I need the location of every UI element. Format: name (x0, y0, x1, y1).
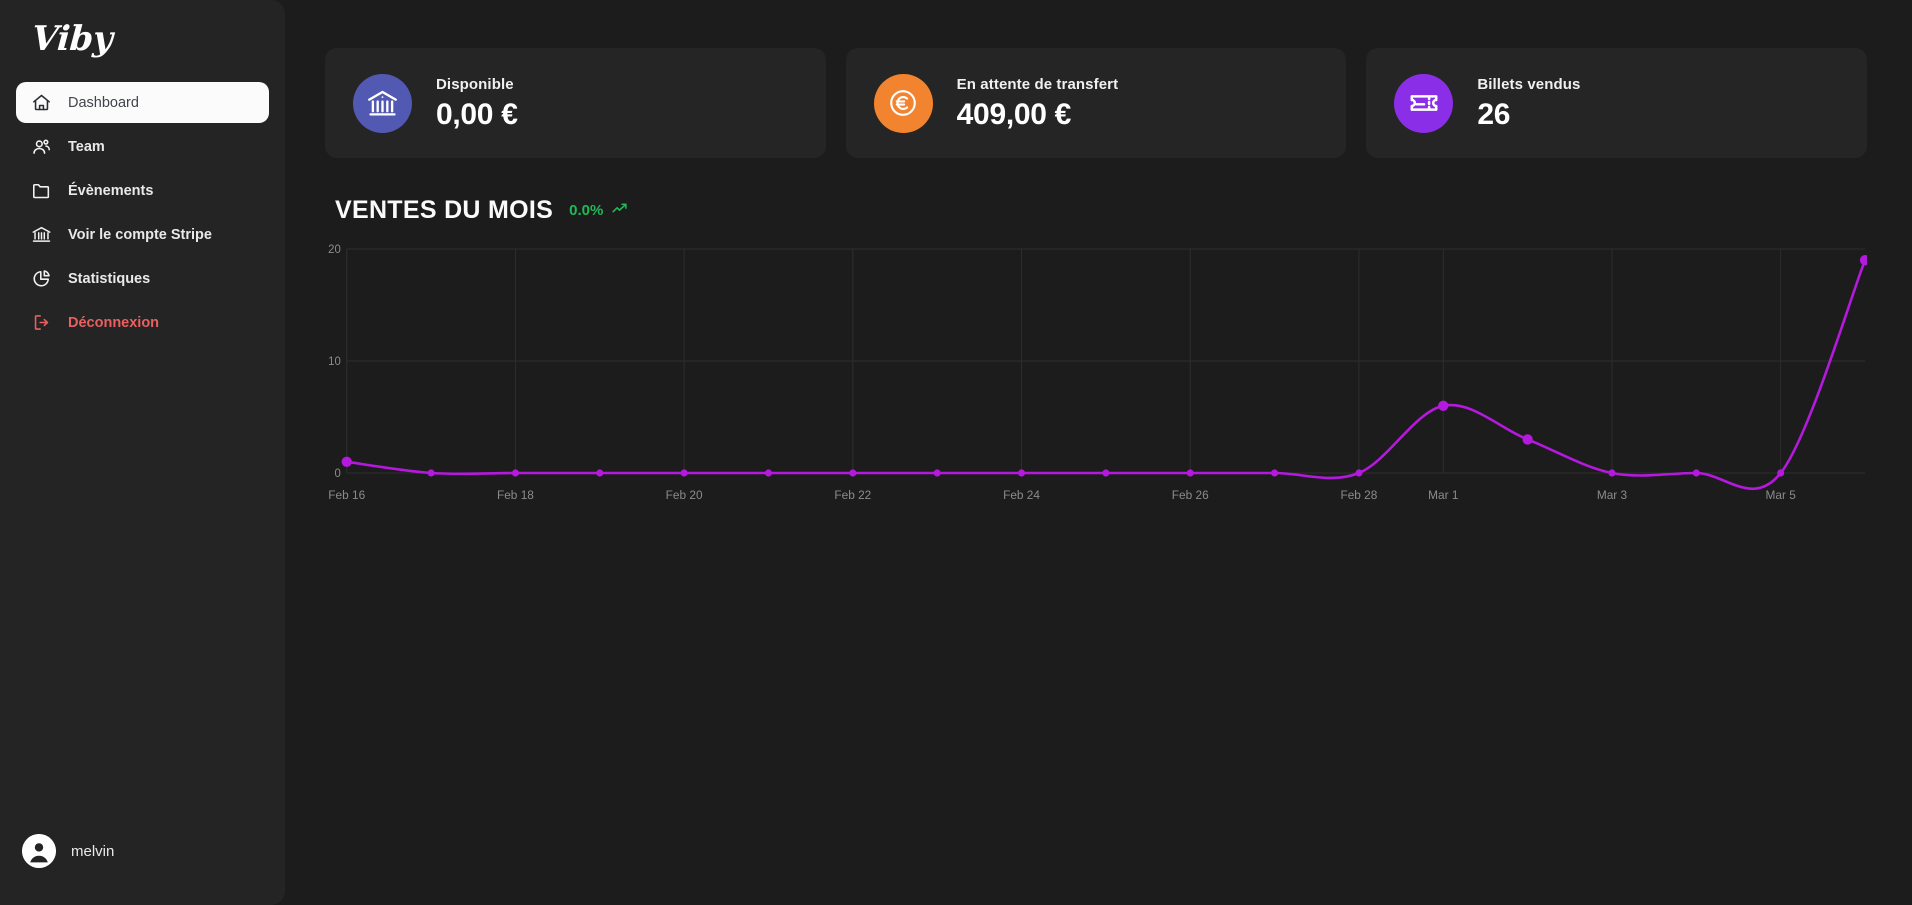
stat-value: 26 (1477, 98, 1511, 131)
chart-data-point[interactable] (1438, 400, 1449, 411)
chart-delta-value: 0.0% (569, 202, 604, 219)
chart-data-point[interactable] (1692, 469, 1700, 477)
logout-icon (30, 312, 52, 334)
sidebar-item-stripe[interactable]: Voir le compte Stripe (16, 214, 269, 255)
sales-chart-block: VENTES DU MOIS 0.0% 0 10 20 Feb 16 Feb 18 Feb… (285, 196, 1912, 545)
stat-text: Disponible 0,00 € (436, 76, 518, 130)
stat-text: Billets vendus 26 (1477, 76, 1580, 130)
stat-card-en-attente-de-transfert: En attente de transfert 409,00 € (845, 48, 1347, 158)
sidebar-item-label: Dashboard (68, 94, 139, 111)
chart-svg: 0 10 20 Feb 16 Feb 18 Feb 20 Feb 22 Feb 24 Feb 2… (328, 244, 1867, 502)
svg-text:20: 20 (328, 244, 341, 256)
chart-data-point[interactable] (1608, 469, 1616, 477)
euro-coin-icon (873, 73, 933, 133)
chart-data-point[interactable] (849, 469, 857, 477)
svg-text:Feb 28: Feb 28 (1340, 488, 1377, 502)
sidebar-nav: Dashboard Team Évènements Voir le compte… (0, 78, 285, 346)
users-icon (30, 136, 52, 158)
stat-value: 0,00 € (436, 98, 518, 131)
folder-icon (30, 180, 52, 202)
chart-data-point[interactable] (933, 469, 941, 477)
svg-text:Mar 1: Mar 1 (1428, 488, 1459, 502)
stat-label: Disponible (436, 76, 514, 93)
sidebar-item-label: Évènements (68, 182, 154, 199)
dashboard-app: Viby Dashboard Team Évènements Voir le c… (0, 0, 1912, 905)
svg-text:Mar 3: Mar 3 (1597, 488, 1628, 502)
stat-value: 409,00 € (956, 98, 1072, 131)
stat-card-billets-vendus: Billets vendus 26 (1366, 48, 1868, 158)
chart-title: VENTES DU MOIS (335, 196, 554, 224)
user-profile[interactable]: melvin (0, 819, 285, 905)
stat-text: En attente de transfert 409,00 € (957, 76, 1119, 130)
chart-data-point[interactable] (764, 469, 773, 477)
sidebar: Viby Dashboard Team Évènements Voir le c… (0, 0, 285, 905)
chart-data-point[interactable] (1522, 434, 1533, 445)
svg-text:0: 0 (334, 468, 340, 480)
svg-text:Mar 5: Mar 5 (1766, 488, 1797, 502)
chart-data-point[interactable] (427, 469, 435, 477)
chart-data-point[interactable] (341, 456, 352, 467)
ticket-icon (1394, 73, 1454, 133)
sales-line-chart: 0 10 20 Feb 16 Feb 18 Feb 20 Feb 22 Feb 24 Feb 2… (325, 235, 1867, 545)
svg-text:Feb 24: Feb 24 (1003, 488, 1040, 502)
svg-text:Feb 18: Feb 18 (497, 488, 534, 502)
chart-data-point[interactable] (680, 469, 688, 477)
sidebar-item-team[interactable]: Team (16, 126, 269, 167)
svg-text:Feb 16: Feb 16 (328, 488, 365, 502)
chart-delta: 0.0% (569, 200, 628, 221)
user-avatar-icon (22, 834, 56, 868)
trending-up-icon (611, 200, 628, 221)
sidebar-item-label: Team (68, 138, 105, 155)
chart-data-point[interactable] (1355, 469, 1363, 477)
main-content: Disponible 0,00 € En attente de transfer… (285, 0, 1912, 905)
brand: Viby (0, 0, 285, 78)
chart-data-point[interactable] (1017, 469, 1026, 477)
sidebar-item-dashboard[interactable]: Dashboard (16, 82, 269, 123)
chart-data-point[interactable] (1102, 469, 1110, 477)
svg-text:Feb 26: Feb 26 (1172, 488, 1209, 502)
sidebar-item-deconnexion[interactable]: Déconnexion (16, 302, 269, 343)
brand-logo: Viby (30, 19, 114, 59)
chart-header: VENTES DU MOIS 0.0% (325, 196, 1867, 225)
sidebar-item-label: Déconnexion (68, 314, 160, 331)
stat-cards-row: Disponible 0,00 € En attente de transfer… (285, 0, 1912, 158)
bank-icon (353, 73, 412, 133)
chart-data-point[interactable] (511, 469, 520, 477)
stat-card-disponible: Disponible 0,00 € (325, 48, 826, 158)
svg-text:Feb 22: Feb 22 (834, 488, 871, 502)
stat-label: Billets vendus (1477, 76, 1581, 93)
sidebar-item-label: Statistiques (68, 270, 151, 287)
chart-data-point[interactable] (1859, 255, 1867, 266)
svg-text:10: 10 (328, 356, 341, 368)
stat-label: En attente de transfert (956, 76, 1119, 93)
svg-text:Feb 20: Feb 20 (666, 488, 703, 502)
sidebar-item-statistiques[interactable]: Statistiques (16, 258, 269, 299)
chart-data-point[interactable] (596, 469, 604, 477)
user-name: melvin (71, 842, 115, 860)
pie-chart-icon (30, 268, 52, 290)
sidebar-item-evenements[interactable]: Évènements (16, 170, 269, 211)
home-icon (30, 92, 52, 114)
chart-data-point[interactable] (1186, 469, 1194, 477)
chart-data-point[interactable] (1271, 469, 1279, 477)
sidebar-item-label: Voir le compte Stripe (68, 226, 212, 243)
bank-icon (30, 224, 52, 246)
chart-data-point[interactable] (1777, 469, 1785, 477)
